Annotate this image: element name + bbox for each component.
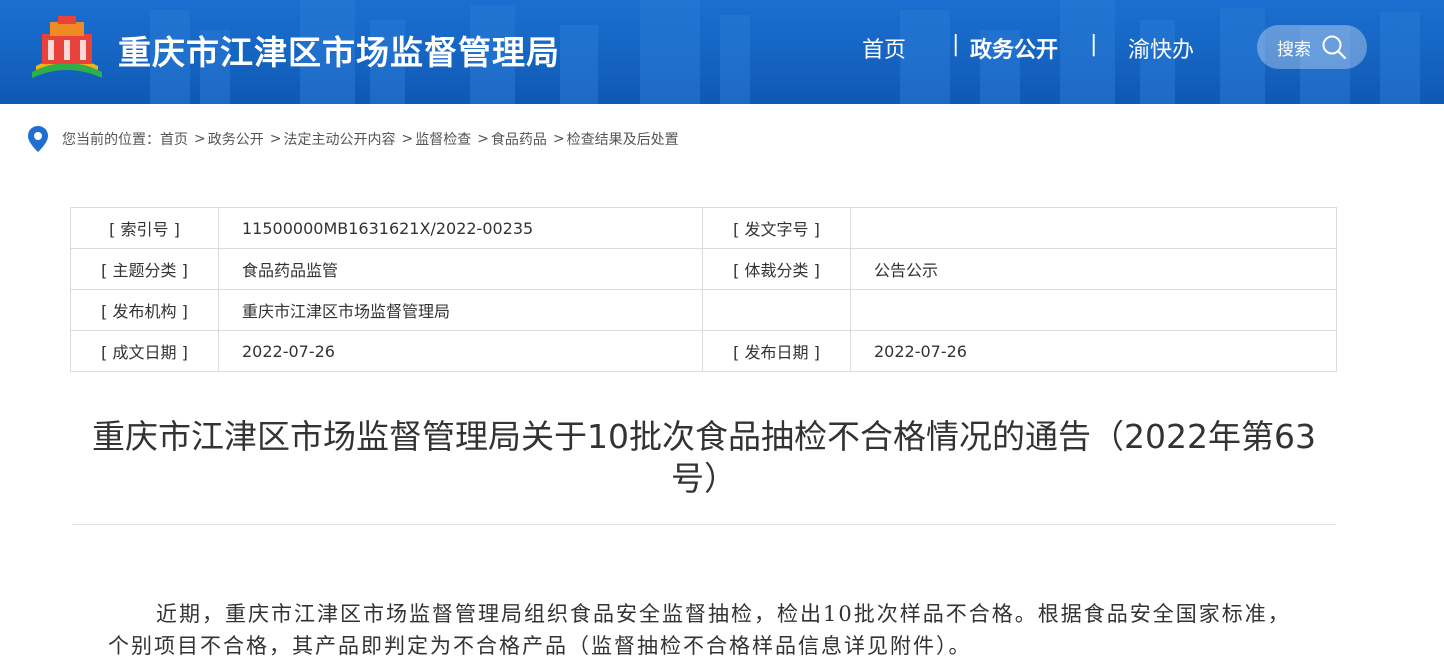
meta-value-doc-number (850, 207, 1337, 249)
breadcrumb-item-results[interactable]: 检查结果及后处置 (567, 129, 679, 149)
meta-value-publish-date: 2022-07-26 (850, 330, 1337, 372)
meta-label-topic: [ 主题分类 ] (70, 248, 219, 290)
breadcrumb-item-gov-affairs[interactable]: 政务公开 (208, 129, 264, 149)
table-row: [ 主题分类 ] 食品药品监管 [ 体裁分类 ] 公告公示 (70, 248, 1337, 290)
table-row: [ 成文日期 ] 2022-07-26 [ 发布日期 ] 2022-07-26 (70, 330, 1337, 372)
title-divider (72, 524, 1336, 525)
table-row: [ 发布机构 ] 重庆市江津区市场监督管理局 (70, 289, 1337, 331)
breadcrumb: 您当前的位置： 首页 > 政务公开 > 法定主动公开内容 > 监督检查 > 食品… (26, 124, 679, 154)
breadcrumb-item-food-drug[interactable]: 食品药品 (491, 129, 547, 149)
search-icon (1322, 35, 1347, 60)
meta-label-empty (702, 289, 851, 331)
breadcrumb-separator: > (194, 131, 206, 147)
nav-gov-affairs[interactable]: 政务公开 (970, 32, 1058, 64)
meta-value-empty (850, 289, 1337, 331)
nav-home[interactable]: 首页 (862, 32, 906, 64)
meta-value-topic: 食品药品监管 (218, 248, 703, 290)
document-meta-table: [ 索引号 ] 11500000MB1631621X/2022-00235 [ … (70, 207, 1337, 372)
site-header: 重庆市江津区市场监督管理局 首页 | 政务公开 | 渝快办 搜索 (0, 0, 1444, 104)
breadcrumb-item-home[interactable]: 首页 (160, 129, 188, 149)
table-row: [ 索引号 ] 11500000MB1631621X/2022-00235 [ … (70, 207, 1337, 249)
breadcrumb-prefix: 您当前的位置： (62, 132, 160, 148)
meta-value-index: 11500000MB1631621X/2022-00235 (218, 207, 703, 249)
site-title[interactable]: 重庆市江津区市场监督管理局 (118, 26, 560, 74)
breadcrumb-item-statutory[interactable]: 法定主动公开内容 (283, 129, 395, 149)
breadcrumb-separator: > (401, 131, 414, 147)
meta-value-publisher: 重庆市江津区市场监督管理局 (218, 289, 703, 331)
breadcrumb-separator: > (269, 131, 282, 147)
meta-label-publish-date: [ 发布日期 ] (702, 330, 851, 372)
meta-label-index: [ 索引号 ] (70, 207, 219, 249)
search-button[interactable]: 搜索 (1257, 25, 1367, 69)
breadcrumb-separator: > (477, 131, 489, 147)
article-paragraph: 近期，重庆市江津区市场监督管理局组织食品安全监督抽检，检出10批次样品不合格。根… (108, 602, 1291, 658)
meta-value-genre: 公告公示 (850, 248, 1337, 290)
meta-label-doc-number: [ 发文字号 ] (702, 207, 851, 249)
breadcrumb-item-supervision[interactable]: 监督检查 (415, 129, 471, 149)
article-title: 重庆市江津区市场监督管理局关于10批次食品抽检不合格情况的通告（2022年第63… (92, 417, 1316, 498)
search-label: 搜索 (1277, 39, 1311, 60)
breadcrumb-separator: > (552, 131, 565, 147)
meta-label-publisher: [ 发布机构 ] (70, 289, 219, 331)
meta-label-genre: [ 体裁分类 ] (702, 248, 851, 290)
meta-value-written-date: 2022-07-26 (218, 330, 703, 372)
nav-quick-service[interactable]: 渝快办 (1128, 32, 1194, 64)
nav-separator: | (952, 32, 960, 57)
location-pin-icon (28, 126, 48, 152)
meta-label-written-date: [ 成文日期 ] (70, 330, 219, 372)
site-logo[interactable] (28, 14, 106, 88)
nav-separator: | (1090, 32, 1098, 57)
